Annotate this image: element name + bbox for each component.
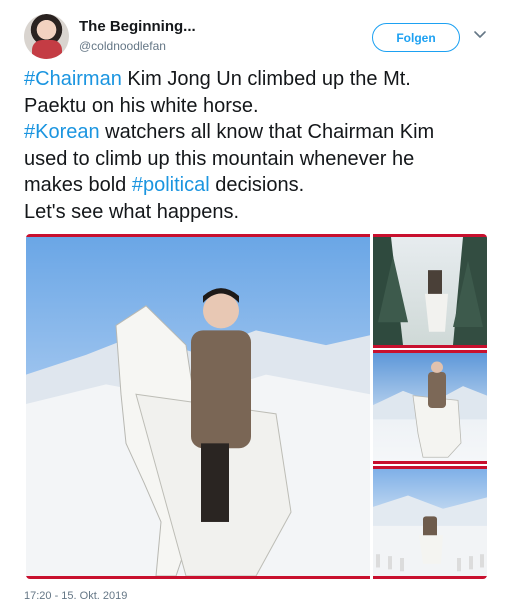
photo-man-on-white-horse[interactable] <box>26 234 370 579</box>
tweet-text-line: makes bold #political decisions. <box>24 172 494 199</box>
tweet-text-segment: Kim Jong Un climbed up the Mt. <box>121 68 411 90</box>
tweet-text-segment: watchers all know that Chairman Kim <box>99 121 435 143</box>
photo-rider-near-mountain[interactable] <box>373 350 487 464</box>
tweet-text-segment: Paektu on his white horse. <box>24 94 259 117</box>
tweet-text-line: used to climb up this mountain whenever … <box>24 146 494 173</box>
tweet-text-segment: decisions. <box>209 174 305 196</box>
photo-rider-on-snowy-road[interactable] <box>373 466 487 579</box>
follow-button[interactable]: Folgen <box>372 23 460 52</box>
tweet-header: The Beginning... @coldnoodlefan Folgen <box>24 14 494 60</box>
hashtag-link[interactable]: #political <box>132 174 210 196</box>
chevron-down-icon[interactable] <box>472 26 488 42</box>
author-name[interactable]: The Beginning... <box>79 18 196 35</box>
author-handle[interactable]: @coldnoodlefan <box>79 39 166 53</box>
photo-rider-in-snowy-forest[interactable] <box>373 234 487 348</box>
tweet-text-segment: used to climb up this mountain whenever … <box>24 147 415 170</box>
tweet-text-line: #Korean watchers all know that Chairman … <box>24 119 494 146</box>
media-grid <box>26 234 487 579</box>
tweet-timestamp[interactable]: 17:20 - 15. Okt. 2019 <box>24 590 127 602</box>
tweet-text-line: Let's see what happens. <box>24 199 494 226</box>
tweet-text-segment: makes bold <box>24 174 132 196</box>
tweet-text: #Chairman Kim Jong Un climbed up the Mt.… <box>24 66 494 225</box>
hashtag-link[interactable]: #Korean <box>24 121 100 143</box>
avatar[interactable] <box>24 14 69 59</box>
tweet-text-line: #Chairman Kim Jong Un climbed up the Mt. <box>24 66 494 93</box>
tweet-text-line: Paektu on his white horse. <box>24 93 494 120</box>
tweet-text-segment: Let's see what happens. <box>24 200 240 223</box>
hashtag-link[interactable]: #Chairman <box>24 68 122 90</box>
